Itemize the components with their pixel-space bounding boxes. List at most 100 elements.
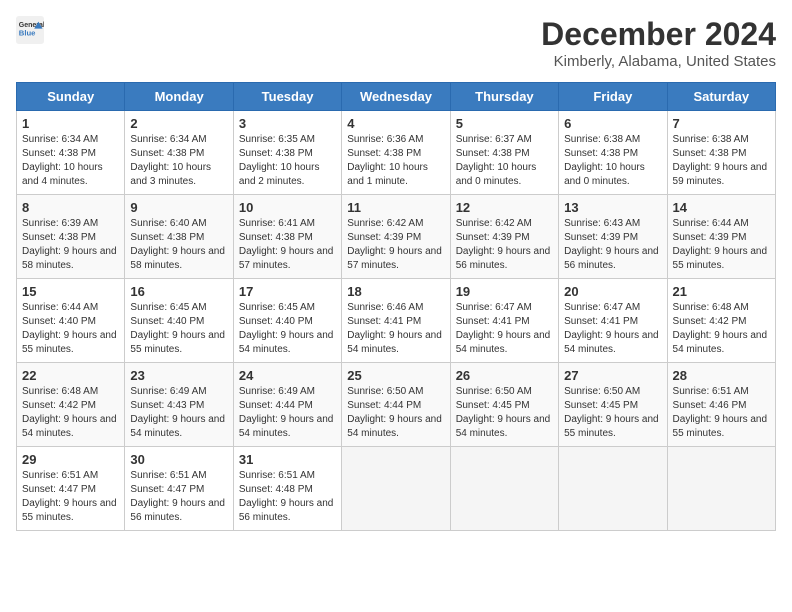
calendar-cell: 26 Sunrise: 6:50 AMSunset: 4:45 PMDayligh…: [450, 363, 558, 447]
day-info: Sunrise: 6:50 AMSunset: 4:45 PMDaylight:…: [456, 385, 553, 441]
day-number: 10: [239, 200, 336, 215]
day-number: 30: [130, 452, 227, 467]
day-number: 19: [456, 284, 553, 299]
day-info: Sunrise: 6:48 AMSunset: 4:42 PMDaylight:…: [22, 385, 119, 441]
day-number: 31: [239, 452, 336, 467]
day-info: Sunrise: 6:46 AMSunset: 4:41 PMDaylight:…: [347, 301, 444, 357]
calendar-cell: 18Sunrise: 6:46 AMSunset: 4:41 PMDayligh…: [342, 279, 450, 363]
week-row-5: 29 Sunrise: 6:51 AMSunset: 4:47 PMDayligh…: [17, 447, 776, 531]
day-info: Sunrise: 6:38 AMSunset: 4:38 PMDaylight:…: [673, 133, 770, 189]
calendar-cell: 24 Sunrise: 6:49 AMSunset: 4:44 PMDayligh…: [233, 363, 341, 447]
calendar-cell: 31 Sunrise: 6:51 AMSunset: 4:48 PMDayligh…: [233, 447, 341, 531]
col-header-thursday: Thursday: [450, 83, 558, 111]
calendar-cell: 16Sunrise: 6:45 AMSunset: 4:40 PMDayligh…: [125, 279, 233, 363]
calendar-cell: 19 Sunrise: 6:47 AMSunset: 4:41 PMDayligh…: [450, 279, 558, 363]
calendar-cell: 5 Sunrise: 6:37 AMSunset: 4:38 PMDaylight…: [450, 111, 558, 195]
calendar-cell: 2Sunrise: 6:34 AMSunset: 4:38 PMDaylight…: [125, 111, 233, 195]
main-title: December 2024: [541, 16, 776, 53]
calendar-cell: 1Sunrise: 6:34 AMSunset: 4:38 PMDaylight…: [17, 111, 125, 195]
calendar-cell: 4 Sunrise: 6:36 AMSunset: 4:38 PMDaylight…: [342, 111, 450, 195]
day-info: Sunrise: 6:37 AMSunset: 4:38 PMDaylight:…: [456, 133, 553, 189]
day-number: 13: [564, 200, 661, 215]
day-number: 17: [239, 284, 336, 299]
day-info: Sunrise: 6:39 AMSunset: 4:38 PMDaylight:…: [22, 217, 119, 273]
calendar-cell: 6Sunrise: 6:38 AMSunset: 4:38 PMDaylight…: [559, 111, 667, 195]
calendar-cell: 21 Sunrise: 6:48 AMSunset: 4:42 PMDayligh…: [667, 279, 775, 363]
col-header-monday: Monday: [125, 83, 233, 111]
day-info: Sunrise: 6:35 AMSunset: 4:38 PMDaylight:…: [239, 133, 336, 189]
day-info: Sunrise: 6:49 AMSunset: 4:44 PMDaylight:…: [239, 385, 336, 441]
day-number: 14: [673, 200, 770, 215]
svg-text:Blue: Blue: [19, 29, 36, 38]
calendar-cell: [667, 447, 775, 531]
day-info: Sunrise: 6:40 AMSunset: 4:38 PMDaylight:…: [130, 217, 227, 273]
day-info: Sunrise: 6:50 AMSunset: 4:44 PMDaylight:…: [347, 385, 444, 441]
day-number: 8: [22, 200, 119, 215]
day-info: Sunrise: 6:50 AMSunset: 4:45 PMDaylight:…: [564, 385, 661, 441]
day-info: Sunrise: 6:42 AMSunset: 4:39 PMDaylight:…: [456, 217, 553, 273]
day-number: 22: [22, 368, 119, 383]
day-info: Sunrise: 6:45 AMSunset: 4:40 PMDaylight:…: [239, 301, 336, 357]
calendar-cell: 13Sunrise: 6:43 AMSunset: 4:39 PMDayligh…: [559, 195, 667, 279]
day-info: Sunrise: 6:42 AMSunset: 4:39 PMDaylight:…: [347, 217, 444, 273]
day-info: Sunrise: 6:36 AMSunset: 4:38 PMDaylight:…: [347, 133, 444, 189]
subtitle: Kimberly, Alabama, United States: [541, 53, 776, 70]
day-number: 15: [22, 284, 119, 299]
calendar-cell: 10 Sunrise: 6:41 AMSunset: 4:38 PMDayligh…: [233, 195, 341, 279]
calendar-table: SundayMondayTuesdayWednesdayThursdayFrid…: [16, 82, 776, 531]
header-row: SundayMondayTuesdayWednesdayThursdayFrid…: [17, 83, 776, 111]
day-number: 3: [239, 116, 336, 131]
day-number: 9: [130, 200, 227, 215]
day-number: 5: [456, 116, 553, 131]
day-info: Sunrise: 6:51 AMSunset: 4:48 PMDaylight:…: [239, 469, 336, 525]
day-number: 29: [22, 452, 119, 467]
calendar-cell: 22 Sunrise: 6:48 AMSunset: 4:42 PMDayligh…: [17, 363, 125, 447]
calendar-cell: 9 Sunrise: 6:40 AMSunset: 4:38 PMDaylight…: [125, 195, 233, 279]
calendar-cell: 23Sunrise: 6:49 AMSunset: 4:43 PMDayligh…: [125, 363, 233, 447]
calendar-cell: [559, 447, 667, 531]
week-row-3: 15 Sunrise: 6:44 AMSunset: 4:40 PMDayligh…: [17, 279, 776, 363]
week-row-1: 1Sunrise: 6:34 AMSunset: 4:38 PMDaylight…: [17, 111, 776, 195]
logo: General Blue: [16, 16, 44, 44]
day-number: 28: [673, 368, 770, 383]
day-number: 7: [673, 116, 770, 131]
day-info: Sunrise: 6:48 AMSunset: 4:42 PMDaylight:…: [673, 301, 770, 357]
day-number: 12: [456, 200, 553, 215]
calendar-cell: [342, 447, 450, 531]
col-header-saturday: Saturday: [667, 83, 775, 111]
week-row-4: 22 Sunrise: 6:48 AMSunset: 4:42 PMDayligh…: [17, 363, 776, 447]
day-info: Sunrise: 6:41 AMSunset: 4:38 PMDaylight:…: [239, 217, 336, 273]
day-info: Sunrise: 6:51 AMSunset: 4:46 PMDaylight:…: [673, 385, 770, 441]
calendar-cell: 30 Sunrise: 6:51 AMSunset: 4:47 PMDayligh…: [125, 447, 233, 531]
calendar-cell: 28 Sunrise: 6:51 AMSunset: 4:46 PMDayligh…: [667, 363, 775, 447]
day-number: 21: [673, 284, 770, 299]
day-number: 24: [239, 368, 336, 383]
day-number: 4: [347, 116, 444, 131]
day-info: Sunrise: 6:47 AMSunset: 4:41 PMDaylight:…: [456, 301, 553, 357]
day-info: Sunrise: 6:47 AMSunset: 4:41 PMDaylight:…: [564, 301, 661, 357]
day-number: 23: [130, 368, 227, 383]
day-number: 11: [347, 200, 444, 215]
calendar-cell: 8 Sunrise: 6:39 AMSunset: 4:38 PMDaylight…: [17, 195, 125, 279]
calendar-cell: 17 Sunrise: 6:45 AMSunset: 4:40 PMDayligh…: [233, 279, 341, 363]
col-header-wednesday: Wednesday: [342, 83, 450, 111]
header: General Blue December 2024 Kimberly, Ala…: [16, 16, 776, 70]
calendar-cell: 3 Sunrise: 6:35 AMSunset: 4:38 PMDaylight…: [233, 111, 341, 195]
day-number: 16: [130, 284, 227, 299]
day-number: 25: [347, 368, 444, 383]
col-header-sunday: Sunday: [17, 83, 125, 111]
calendar-cell: 27Sunrise: 6:50 AMSunset: 4:45 PMDayligh…: [559, 363, 667, 447]
calendar-cell: 7 Sunrise: 6:38 AMSunset: 4:38 PMDaylight…: [667, 111, 775, 195]
day-info: Sunrise: 6:51 AMSunset: 4:47 PMDaylight:…: [130, 469, 227, 525]
col-header-friday: Friday: [559, 83, 667, 111]
title-area: December 2024 Kimberly, Alabama, United …: [541, 16, 776, 70]
day-info: Sunrise: 6:51 AMSunset: 4:47 PMDaylight:…: [22, 469, 119, 525]
day-number: 6: [564, 116, 661, 131]
col-header-tuesday: Tuesday: [233, 83, 341, 111]
day-info: Sunrise: 6:44 AMSunset: 4:40 PMDaylight:…: [22, 301, 119, 357]
calendar-cell: 29 Sunrise: 6:51 AMSunset: 4:47 PMDayligh…: [17, 447, 125, 531]
calendar-cell: 15 Sunrise: 6:44 AMSunset: 4:40 PMDayligh…: [17, 279, 125, 363]
calendar-cell: 12 Sunrise: 6:42 AMSunset: 4:39 PMDayligh…: [450, 195, 558, 279]
day-number: 20: [564, 284, 661, 299]
day-number: 26: [456, 368, 553, 383]
